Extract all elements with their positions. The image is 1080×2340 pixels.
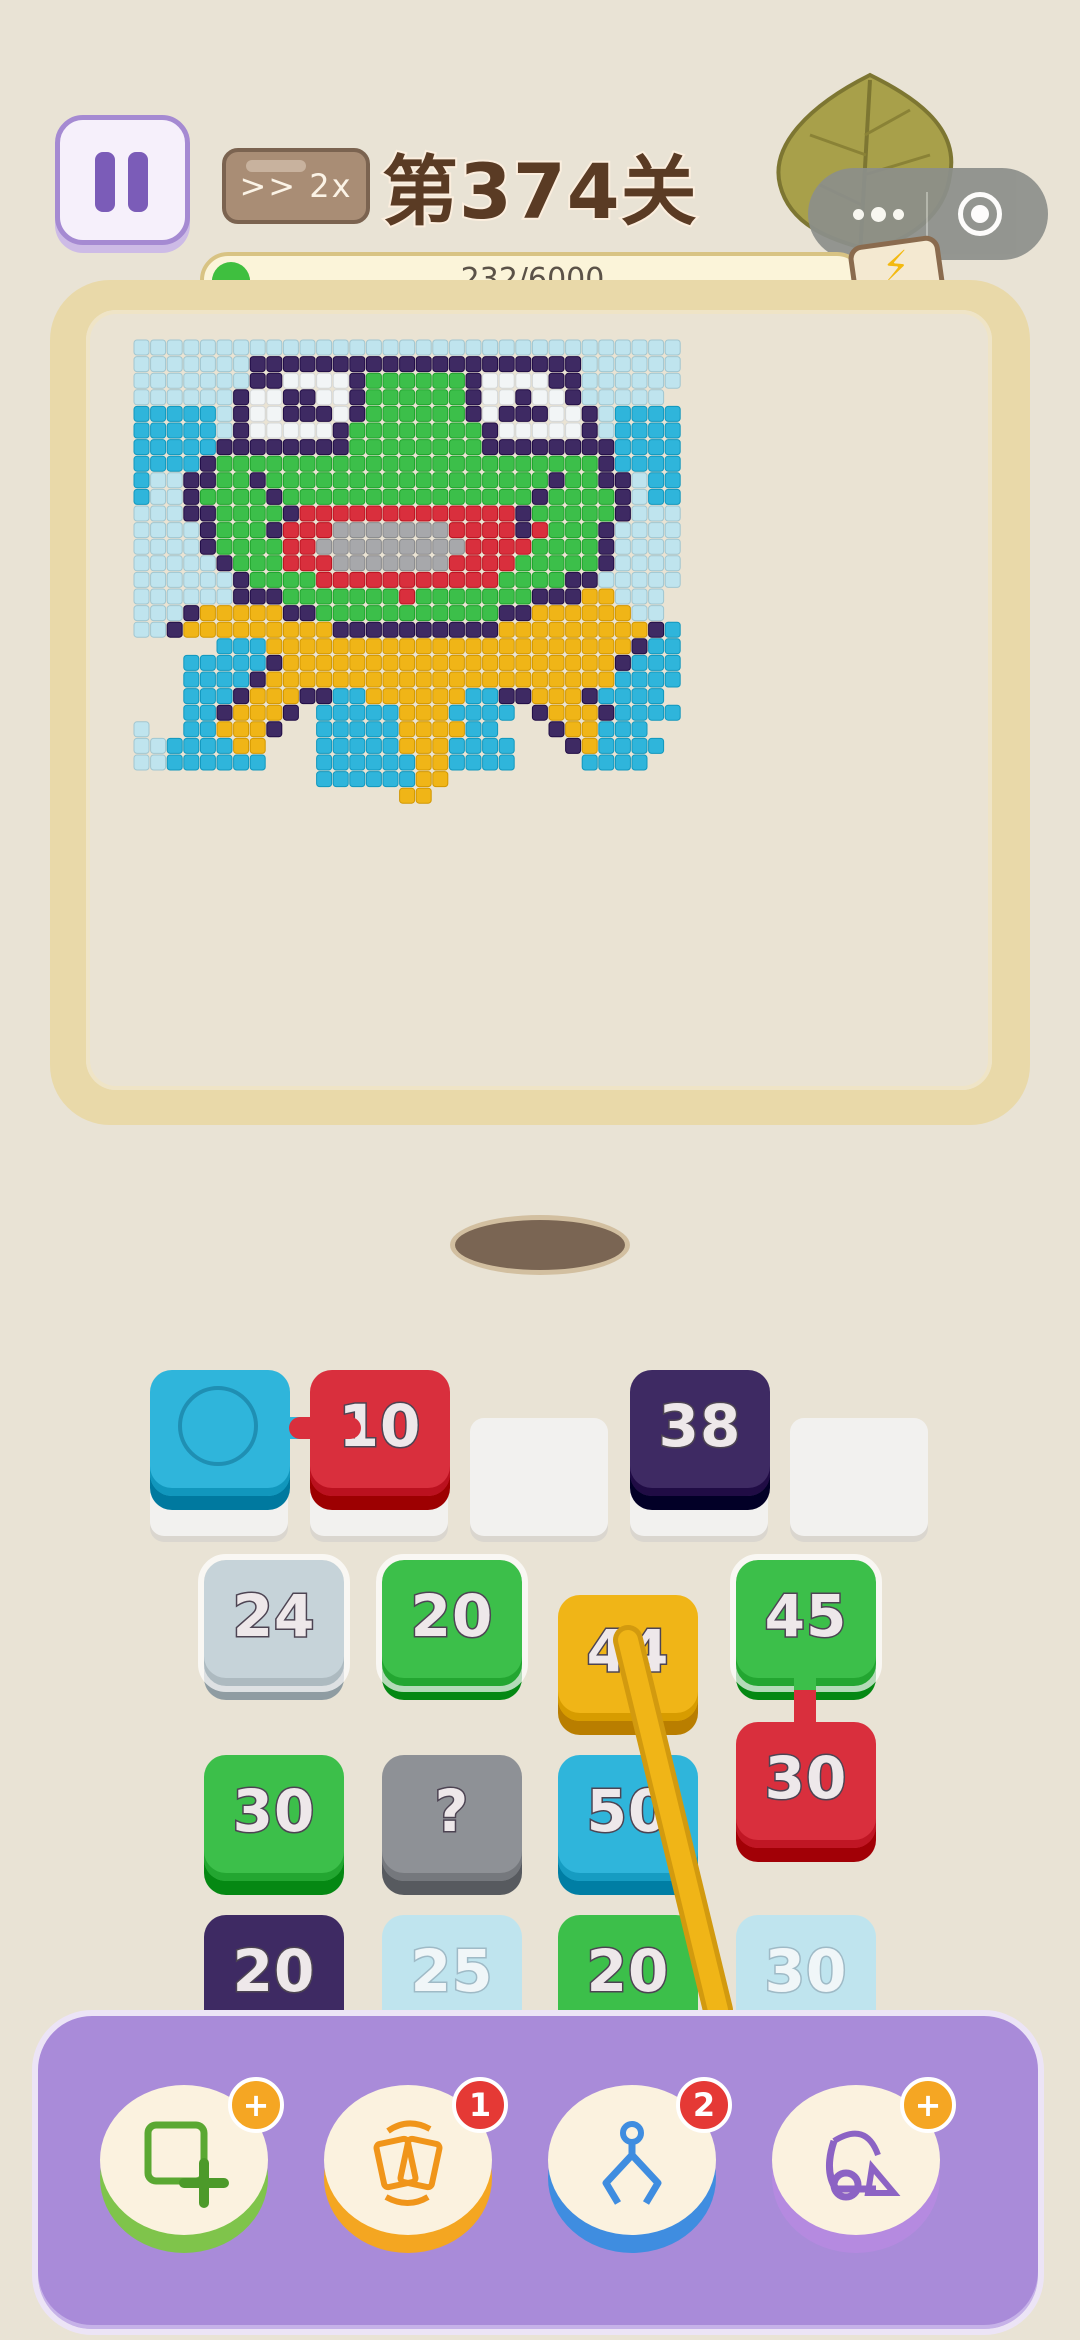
grid-tile[interactable]: 45 xyxy=(730,1554,882,1692)
add-slot-button[interactable]: + xyxy=(100,2077,284,2253)
tile-number: 30 xyxy=(231,1776,316,1847)
queue-tile[interactable]: 38 xyxy=(630,1370,770,1496)
tile-number: 30 xyxy=(763,1936,848,2007)
tile-number: 50 xyxy=(585,1776,670,1847)
tile-number: 20 xyxy=(585,1936,670,2007)
grid-tile[interactable]: 30 xyxy=(204,1755,344,1881)
tile-number: 25 xyxy=(409,1936,494,2007)
tile-number: ? xyxy=(433,1776,470,1847)
grid-tile[interactable]: 24 xyxy=(198,1554,350,1692)
grid-tile[interactable]: 44 xyxy=(558,1595,698,1721)
queue-slot xyxy=(790,1418,928,1536)
tile-number: 44 xyxy=(585,1616,670,1687)
tile-number: 20 xyxy=(409,1581,494,1652)
pixel-art-picture xyxy=(133,339,681,804)
add-more-badge: + xyxy=(228,2077,284,2133)
queue-slot xyxy=(470,1418,608,1536)
tile-number: 20 xyxy=(231,1936,316,2007)
count-badge: 2 xyxy=(676,2077,732,2133)
tile-number: 30 xyxy=(763,1743,848,1814)
queue-plug-tile[interactable] xyxy=(150,1370,290,1496)
grid-tile[interactable]: 50 xyxy=(558,1755,698,1881)
grid-tile[interactable]: 30 xyxy=(736,1722,876,1848)
add-square-icon xyxy=(144,2121,229,2208)
add-more-badge: + xyxy=(900,2077,956,2133)
tile-number: 45 xyxy=(763,1581,848,1652)
queue-tile[interactable]: 10 xyxy=(310,1370,450,1496)
grid-tile[interactable]: 20 xyxy=(376,1554,528,1692)
claw-grab-icon xyxy=(602,2121,662,2205)
tile-number: 24 xyxy=(231,1581,316,1652)
grid-tile[interactable]: ? xyxy=(382,1755,522,1881)
tile-number: 38 xyxy=(657,1391,742,1462)
claw-button[interactable]: 2 xyxy=(548,2077,732,2253)
count-badge: 1 xyxy=(452,2077,508,2133)
vacuum-icon xyxy=(826,2130,901,2201)
tile-number: 10 xyxy=(337,1391,422,1462)
shuffle-cards-icon xyxy=(373,2120,443,2206)
shuffle-button[interactable]: 1 xyxy=(324,2077,508,2253)
vacuum-button[interactable]: + xyxy=(772,2077,956,2253)
drop-hole xyxy=(450,1215,630,1275)
